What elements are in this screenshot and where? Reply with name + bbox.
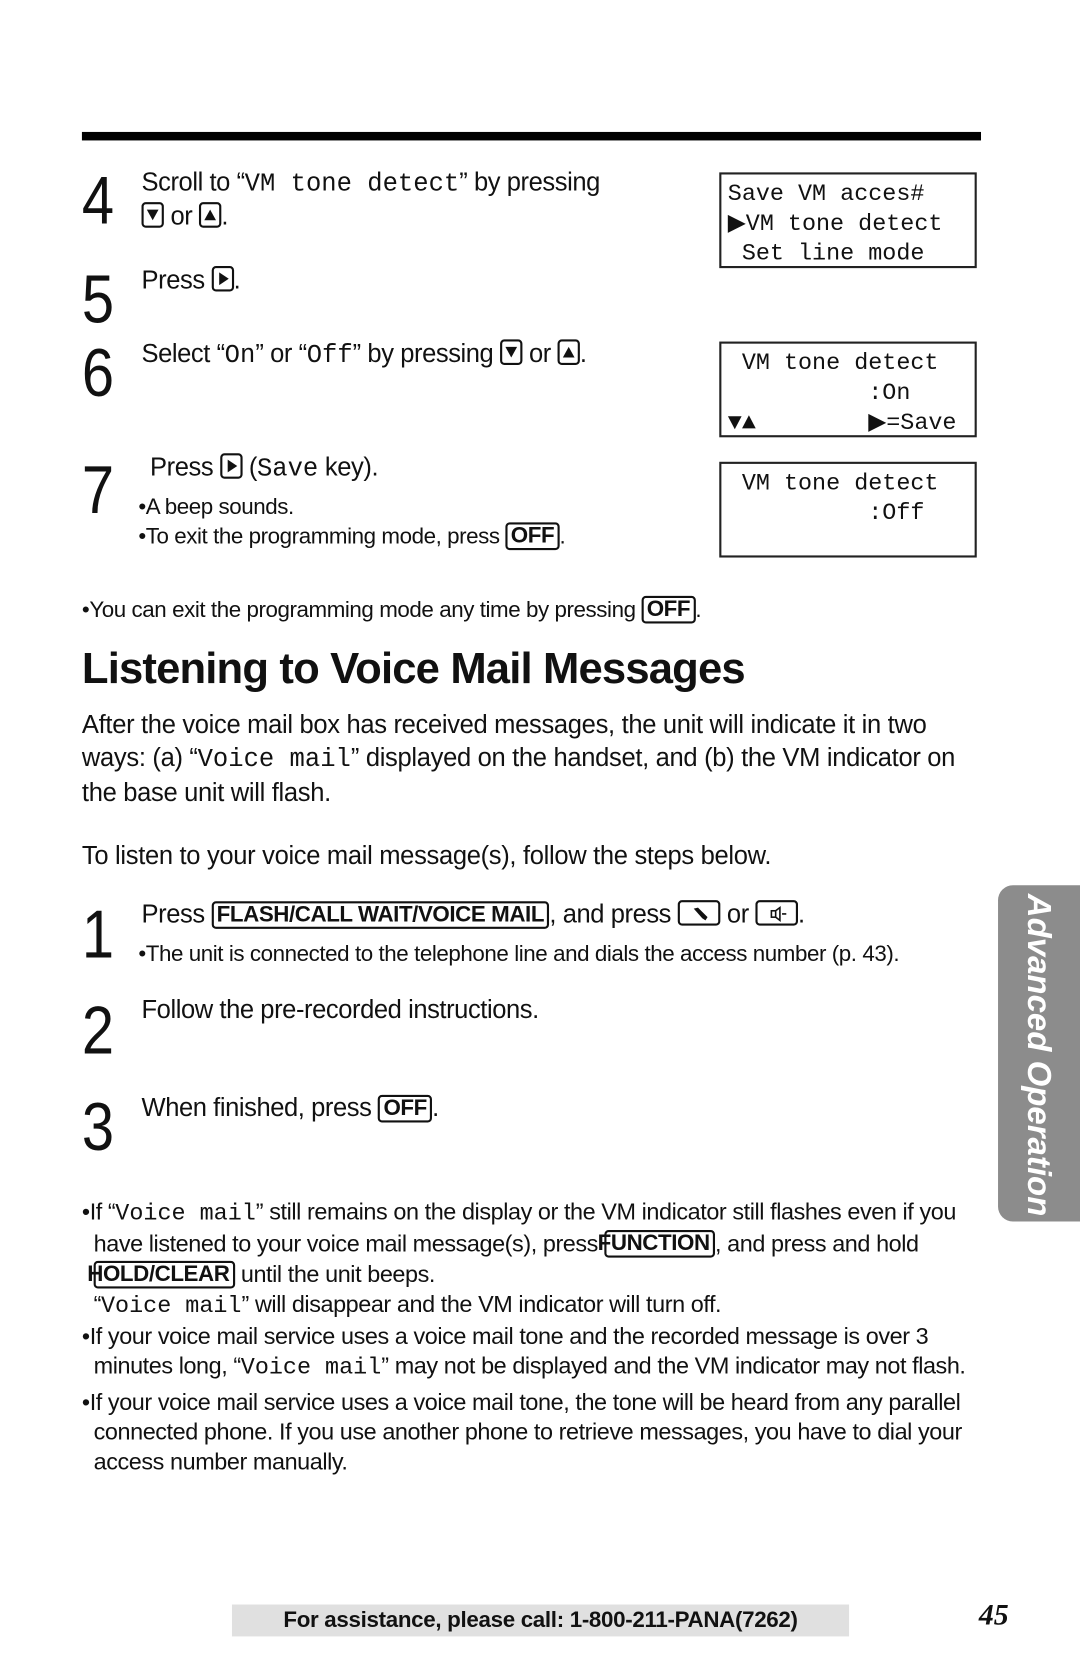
- step-4-text: Scroll to “VM tone detect” by pressing o…: [141, 167, 600, 233]
- text: until the unit beeps.: [234, 1260, 436, 1288]
- display-text: On: [224, 341, 256, 371]
- note: •If your voice mail service uses a voice…: [82, 1322, 997, 1384]
- down-arrow-key-icon: [500, 339, 523, 365]
- lcd-line: VM tone detect: [727, 350, 939, 377]
- step-7-bullet: •A beep sounds.: [138, 494, 294, 520]
- text: .: [695, 597, 702, 623]
- text: ” will disappear and the VM indicator wi…: [241, 1290, 722, 1318]
- lcd-display-2: VM tone detect :On ▼▲ ▶=Save: [719, 341, 977, 438]
- text: Press: [150, 453, 220, 482]
- function-key: FUNCTION: [598, 1230, 716, 1258]
- up-arrow-key-icon: [557, 339, 580, 365]
- step-7-bullet: •To exit the programming mode, press OFF…: [138, 522, 566, 552]
- step-5-text: Press .: [142, 265, 241, 297]
- lcd-line: :On: [727, 379, 911, 407]
- text: •To exit the programming mode, press: [138, 524, 506, 550]
- text: When finished, press: [141, 1093, 379, 1123]
- lcd-line: Set line mode: [727, 240, 925, 268]
- text: Press: [141, 900, 212, 929]
- flash-call-wait-voice-mail-key: FLASH/CALL WAIT/VOICE MAIL: [211, 901, 550, 929]
- text: .: [221, 202, 229, 231]
- text: .: [579, 339, 587, 369]
- step-2-text: Follow the pre-recorded instructions.: [141, 995, 540, 1025]
- lcd-line: :Off: [727, 500, 925, 527]
- step-number: 7: [81, 451, 115, 528]
- hold-clear-key: HOLD/CLEAR: [87, 1260, 235, 1289]
- step-number: 3: [81, 1088, 115, 1166]
- step-number: 5: [81, 260, 115, 338]
- lcd-line: ▶VM tone detect: [727, 210, 943, 238]
- text: ” by pressing: [352, 339, 501, 369]
- intro-paragraph: After the voice mail box has received me…: [82, 709, 986, 810]
- right-arrow-key-icon: [211, 266, 234, 292]
- speakerphone-key-icon: [755, 900, 799, 926]
- text: , and press and hold: [715, 1230, 919, 1257]
- lcd-display-1: Save VM acces# ▶VM tone detect Set line …: [719, 172, 977, 269]
- text: (: [242, 453, 258, 482]
- text: or: [720, 900, 756, 929]
- text: , and press: [549, 900, 678, 929]
- manual-page: 4 Scroll to “VM tone detect” by pressing…: [0, 0, 1080, 1669]
- note: •If your voice mail service uses a voice…: [81, 1388, 962, 1476]
- step-number: 4: [81, 161, 115, 239]
- text: .: [233, 266, 241, 295]
- step-1-bullet: •The unit is connected to the telephone …: [138, 941, 900, 967]
- display-text: Voice mail: [197, 745, 351, 775]
- text: .: [559, 524, 566, 550]
- listen-paragraph: To listen to your voice mail message(s),…: [81, 841, 772, 871]
- display-text: Save: [256, 455, 319, 485]
- lcd-line: Save VM acces#: [727, 180, 925, 208]
- down-arrow-key-icon: [141, 202, 164, 228]
- step-6-text: Select “On” or “Off” by pressing or .: [142, 338, 587, 372]
- section-heading: Listening to Voice Mail Messages: [81, 643, 746, 693]
- lcd-line: VM tone detect: [727, 470, 939, 497]
- text: •If “: [81, 1198, 116, 1225]
- step-number: 6: [81, 334, 115, 411]
- off-key: OFF: [505, 522, 560, 551]
- display-text: VM tone detect: [244, 170, 460, 199]
- text: •You can exit the programming mode any t…: [81, 597, 642, 623]
- text: or: [163, 202, 200, 231]
- text: ” by pressing: [459, 168, 600, 197]
- text: “: [93, 1290, 102, 1318]
- exit-note: •You can exit the programming mode any t…: [81, 595, 702, 626]
- text: Scroll to “: [141, 168, 246, 197]
- display-text: Voice mail: [240, 1354, 382, 1382]
- text: Press: [141, 266, 212, 295]
- notes: •If “Voice mail” still remains on the di…: [82, 1197, 997, 1478]
- step-1-text: Press FLASH/CALL WAIT/VOICE MAIL, and pr…: [142, 899, 805, 931]
- step-number: 1: [81, 895, 115, 973]
- text: .: [798, 900, 805, 929]
- text: .: [432, 1093, 439, 1123]
- step-7-text: Press (Save key).: [150, 452, 379, 486]
- off-key: OFF: [641, 595, 696, 624]
- text: or: [522, 339, 558, 369]
- side-section-tab: Advanced Operation: [998, 885, 1080, 1222]
- text: ” may not be displayed and the VM indica…: [381, 1352, 966, 1380]
- off-key: OFF: [378, 1094, 433, 1123]
- note: •If “Voice mail” still remains on the di…: [82, 1197, 997, 1322]
- up-arrow-key-icon: [199, 202, 222, 228]
- display-text: Voice mail: [115, 1200, 256, 1227]
- text: key).: [318, 453, 379, 482]
- text: Select “: [141, 339, 226, 369]
- top-rule: [81, 131, 982, 141]
- display-text: Off: [306, 341, 353, 371]
- step-3-text: When finished, press OFF.: [142, 1093, 439, 1125]
- text: ” or “: [255, 339, 307, 369]
- talk-phone-key-icon: [677, 900, 721, 926]
- step-number: 2: [81, 991, 115, 1069]
- page-number: 45: [978, 1599, 1009, 1633]
- assistance-footer: For assistance, please call: 1-800-211-P…: [231, 1604, 850, 1637]
- right-arrow-key-icon: [219, 453, 243, 479]
- side-tab-label: Advanced Operation: [1020, 893, 1058, 1217]
- lcd-display-3: VM tone detect :Off: [719, 461, 977, 558]
- lcd-line: ▼▲ ▶=Save: [727, 409, 957, 437]
- display-text: Voice mail: [101, 1292, 242, 1320]
